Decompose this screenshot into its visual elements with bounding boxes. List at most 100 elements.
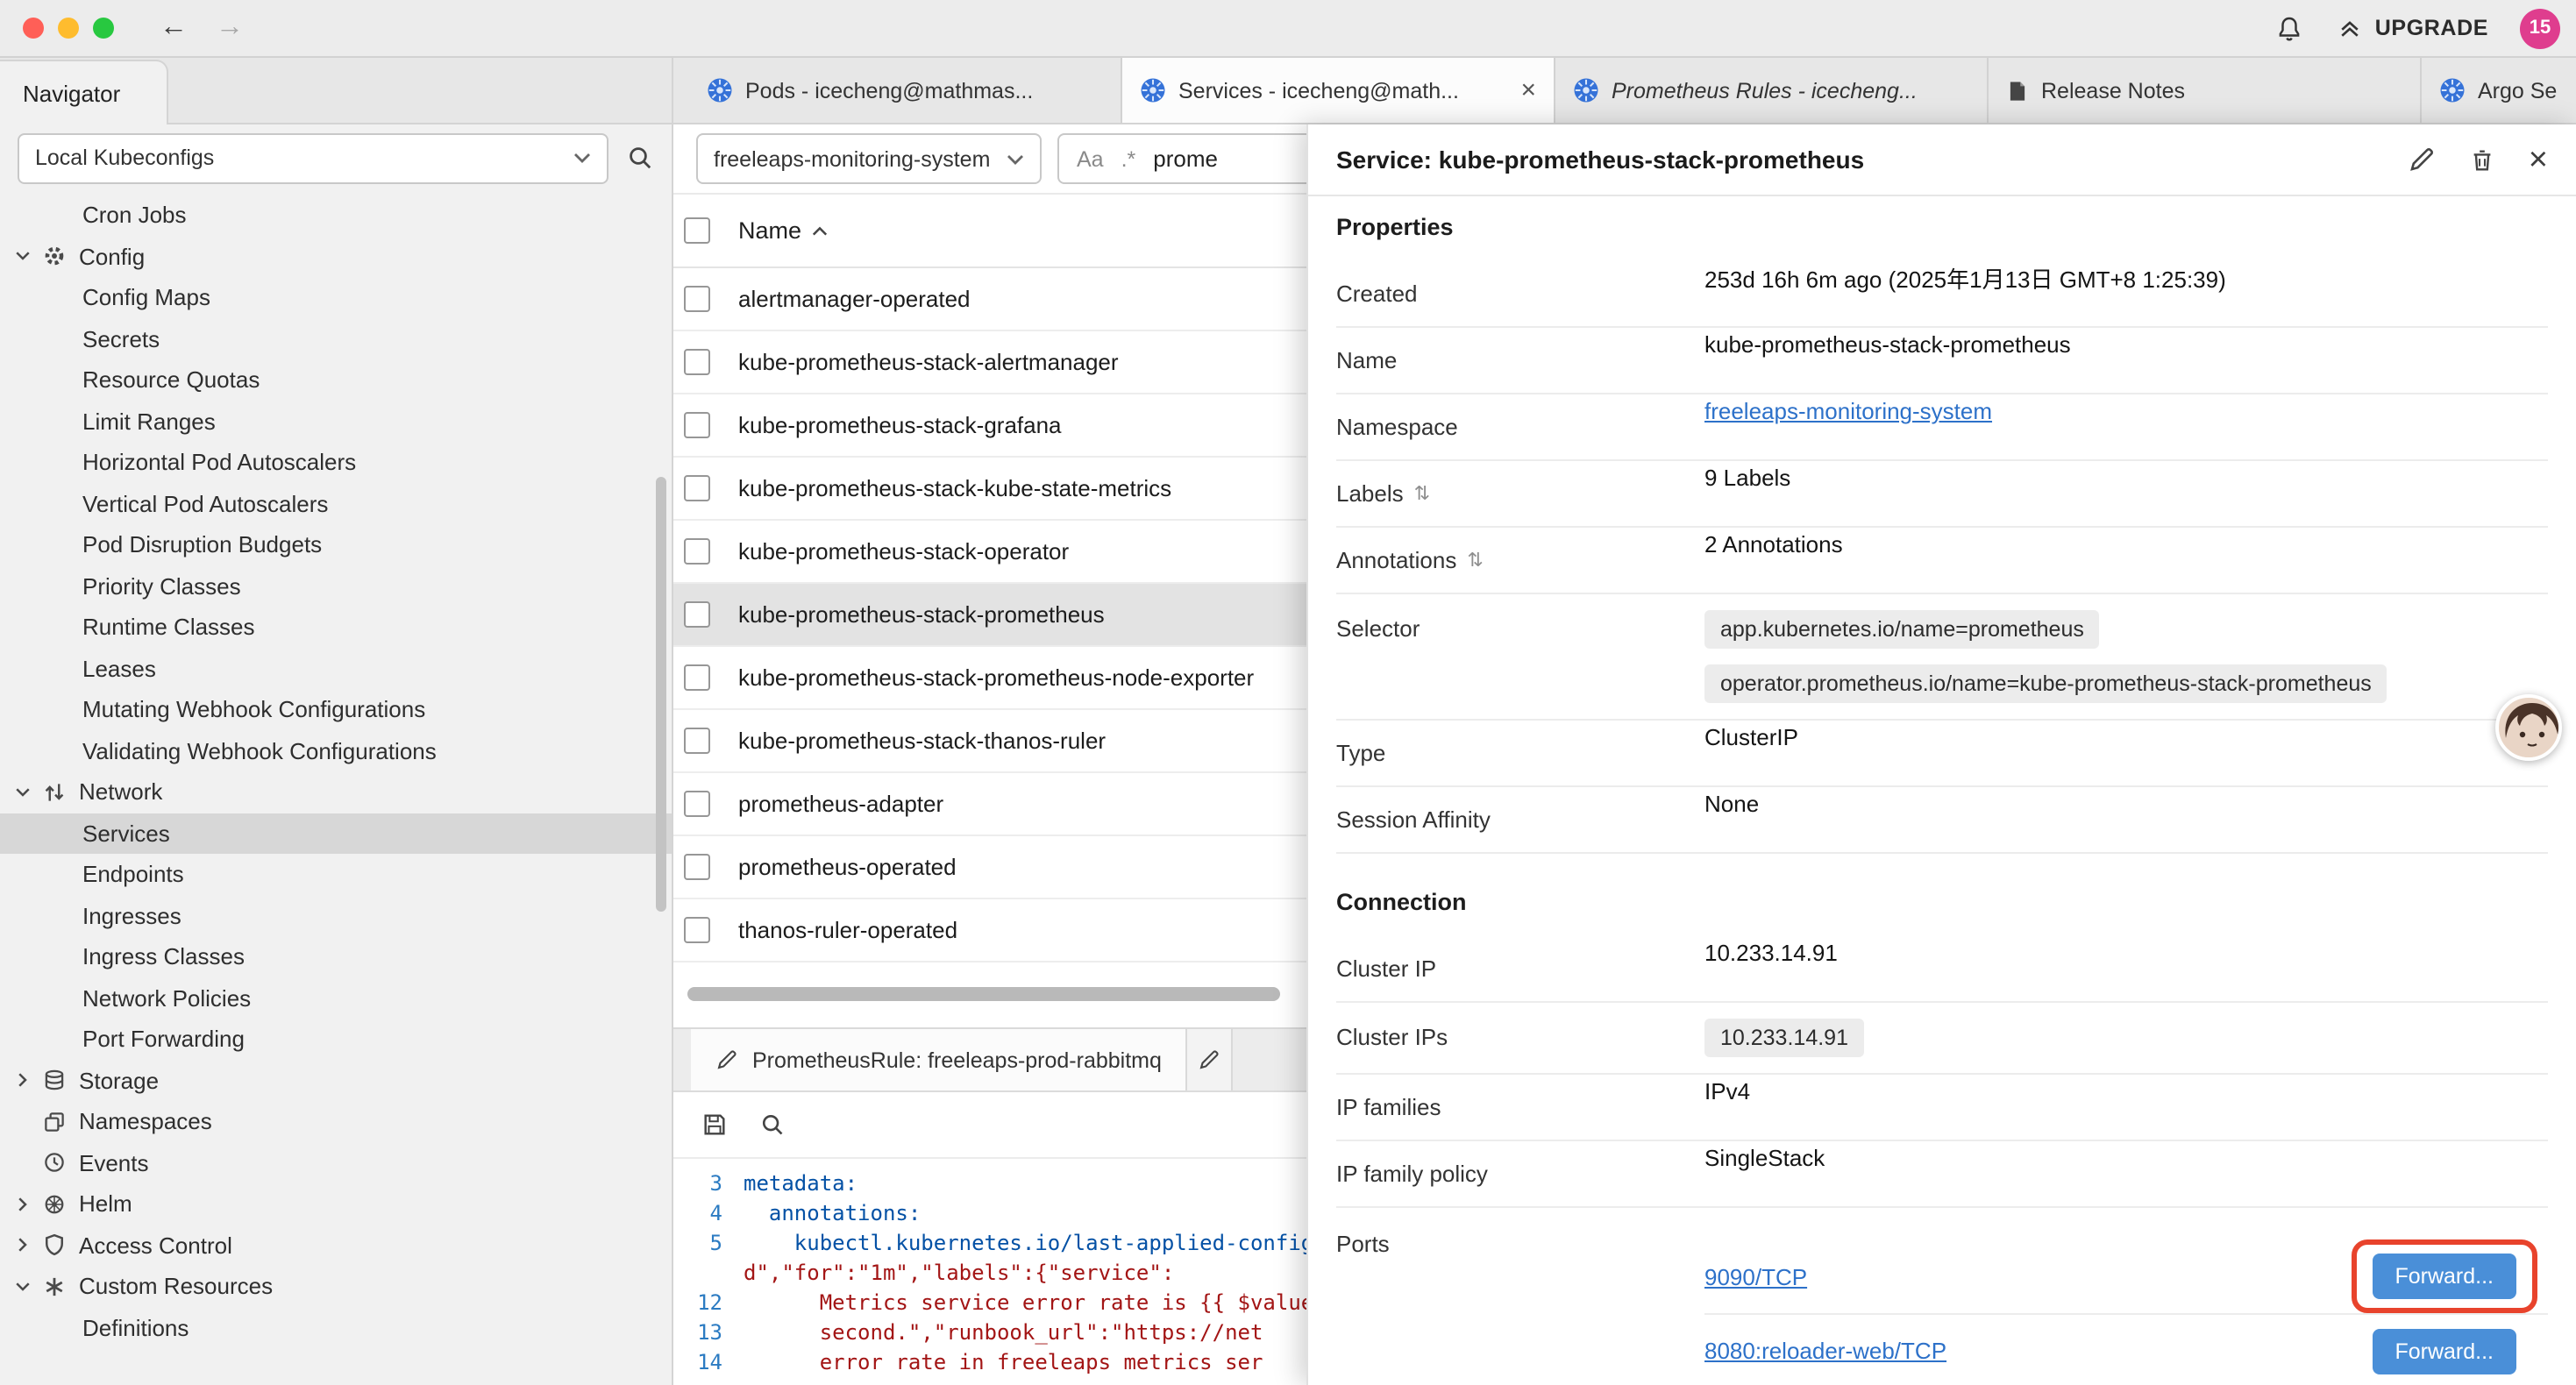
dock-tab-prometheusrule[interactable]: PrometheusRule: freeleaps-prod-rabbitmq — [691, 1029, 1188, 1090]
sidebar-item[interactable]: Ingresses — [0, 895, 672, 936]
code-text[interactable]: error rate in freeleaps metrics ser — [744, 1348, 1263, 1378]
zoom-window-button[interactable] — [93, 18, 114, 39]
code-text[interactable]: Metrics service error rate is {{ $value — [744, 1289, 1313, 1318]
sidebar-item[interactable]: Pod Disruption Budgets — [0, 524, 672, 565]
sidebar-item[interactable]: Horizontal Pod Autoscalers — [0, 442, 672, 483]
row-checkbox[interactable] — [684, 728, 710, 754]
user-avatar[interactable] — [2495, 694, 2562, 761]
sidebar-item[interactable]: Access Control — [0, 1225, 672, 1266]
sidebar-item-label: Resource Quotas — [82, 367, 260, 394]
sidebar-item[interactable]: Runtime Classes — [0, 607, 672, 648]
row-checkbox[interactable] — [684, 791, 710, 817]
sidebar-item[interactable]: Cron Jobs — [0, 195, 672, 236]
search-query[interactable]: prome — [1153, 146, 1218, 172]
code-text[interactable]: metadata: — [744, 1169, 857, 1199]
sidebar-item[interactable]: Leases — [0, 648, 672, 689]
sort-toggle-icon[interactable]: ⇅ — [1467, 549, 1483, 572]
row-checkbox[interactable] — [684, 917, 710, 943]
close-window-button[interactable] — [23, 18, 44, 39]
sidebar-item[interactable]: Config — [0, 236, 672, 277]
close-tab-icon[interactable]: × — [1520, 75, 1536, 105]
row-checkbox[interactable] — [684, 349, 710, 375]
horizontal-scrollbar[interactable] — [687, 987, 1280, 1001]
port-link[interactable]: 9090/TCP — [1704, 1263, 1807, 1289]
sidebar-item[interactable]: Network — [0, 771, 672, 813]
sidebar-item[interactable]: Priority Classes — [0, 565, 672, 607]
property-row: Session Affinity ⇅ None — [1336, 787, 2548, 854]
sidebar-item[interactable]: Config Maps — [0, 277, 672, 318]
upgrade-icon — [2338, 16, 2363, 40]
sidebar-item[interactable]: Validating Webhook Configurations — [0, 730, 672, 771]
titlebar: ← → UPGRADE 15 — [0, 0, 2576, 58]
code-text[interactable]: annotations: — [744, 1199, 921, 1229]
sidebar-item[interactable]: Events — [0, 1142, 672, 1183]
back-button[interactable]: ← — [160, 14, 188, 42]
property-label: Annotations — [1336, 547, 1456, 573]
regex-toggle[interactable]: .* — [1121, 146, 1136, 171]
forward-button[interactable]: → — [216, 14, 244, 42]
minimize-window-button[interactable] — [58, 18, 79, 39]
edit-icon[interactable] — [2408, 146, 2436, 174]
sidebar-item[interactable]: Port Forwarding — [0, 1019, 672, 1060]
editor-tab[interactable]: Pods - icecheng@mathmas... × — [689, 58, 1122, 123]
kubeconfig-selector-value: Local Kubeconfigs — [35, 146, 214, 170]
row-checkbox[interactable] — [684, 475, 710, 501]
sidebar-item[interactable]: Secrets — [0, 318, 672, 359]
chevron-down-icon — [12, 1276, 42, 1297]
service-name: alertmanager-operated — [738, 286, 971, 312]
sidebar-item[interactable]: Services — [0, 813, 672, 854]
row-checkbox[interactable] — [684, 601, 710, 628]
kubernetes-icon — [1140, 77, 1166, 103]
sidebar-item[interactable]: Network Policies — [0, 977, 672, 1019]
kubeconfig-row: Local Kubeconfigs — [0, 124, 672, 191]
editor-tab[interactable]: Services - icecheng@math... × — [1122, 58, 1555, 123]
delete-icon[interactable] — [2469, 146, 2495, 173]
sidebar-item[interactable]: Helm — [0, 1183, 672, 1225]
sidebar-item[interactable]: Mutating Webhook Configurations — [0, 689, 672, 730]
sidebar-item[interactable]: Resource Quotas — [0, 359, 672, 401]
sidebar-item[interactable]: Definitions — [0, 1307, 672, 1348]
notification-count-badge[interactable]: 15 — [2520, 8, 2560, 48]
sidebar-item[interactable]: Custom Resources — [0, 1266, 672, 1307]
forward-button[interactable]: Forward... — [2372, 1328, 2516, 1374]
tab-label: Release Notes — [2041, 78, 2402, 103]
sidebar-item[interactable]: Endpoints — [0, 854, 672, 895]
editor-tab[interactable]: Argo Se × — [2422, 58, 2576, 123]
namespace-selector[interactable]: freeleaps-monitoring-system — [696, 133, 1042, 184]
dock-tab-next[interactable] — [1188, 1029, 1234, 1090]
sidebar-item[interactable]: Vertical Pod Autoscalers — [0, 483, 672, 524]
service-name: kube-prometheus-stack-alertmanager — [738, 349, 1119, 375]
helm-icon — [42, 1192, 79, 1217]
forward-button[interactable]: Forward... — [2372, 1254, 2516, 1299]
kubeconfig-selector[interactable]: Local Kubeconfigs — [18, 132, 608, 183]
sidebar-item[interactable]: Namespaces — [0, 1101, 672, 1142]
save-icon[interactable] — [701, 1112, 728, 1138]
storage-icon — [42, 1069, 79, 1093]
row-checkbox[interactable] — [684, 286, 710, 312]
sidebar-item[interactable]: Storage — [0, 1060, 672, 1101]
select-all-checkbox[interactable] — [684, 217, 710, 244]
row-checkbox[interactable] — [684, 412, 710, 438]
port-link[interactable]: 8080:reloader-web/TCP — [1704, 1338, 1946, 1364]
code-text[interactable]: d","for":"1m","labels":{"service": — [744, 1259, 1174, 1289]
upgrade-button[interactable]: UPGRADE — [2338, 16, 2488, 40]
close-icon[interactable]: × — [2529, 143, 2548, 176]
match-case-toggle[interactable]: Aa — [1077, 146, 1104, 171]
row-checkbox[interactable] — [684, 538, 710, 565]
sidebar-scrollbar[interactable] — [656, 477, 666, 912]
editor-tab[interactable]: Prometheus Rules - icecheng... × — [1555, 58, 1989, 123]
tab-label: Pods - icecheng@mathmas... — [745, 78, 1103, 103]
sidebar-item-label: Endpoints — [82, 862, 184, 888]
sort-ascending-icon[interactable] — [812, 225, 828, 236]
notifications-bell-icon[interactable] — [2277, 15, 2303, 41]
search-icon[interactable] — [626, 144, 654, 172]
code-text[interactable]: second.","runbook_url":"https://net — [744, 1318, 1263, 1348]
editor-search-icon[interactable] — [759, 1112, 786, 1138]
name-column-header[interactable]: Name — [738, 217, 801, 244]
row-checkbox[interactable] — [684, 664, 710, 691]
sort-toggle-icon[interactable]: ⇅ — [1414, 482, 1430, 505]
row-checkbox[interactable] — [684, 854, 710, 880]
sidebar-item[interactable]: Ingress Classes — [0, 936, 672, 977]
sidebar-item[interactable]: Limit Ranges — [0, 401, 672, 442]
editor-tab[interactable]: Release Notes × — [1989, 58, 2422, 123]
